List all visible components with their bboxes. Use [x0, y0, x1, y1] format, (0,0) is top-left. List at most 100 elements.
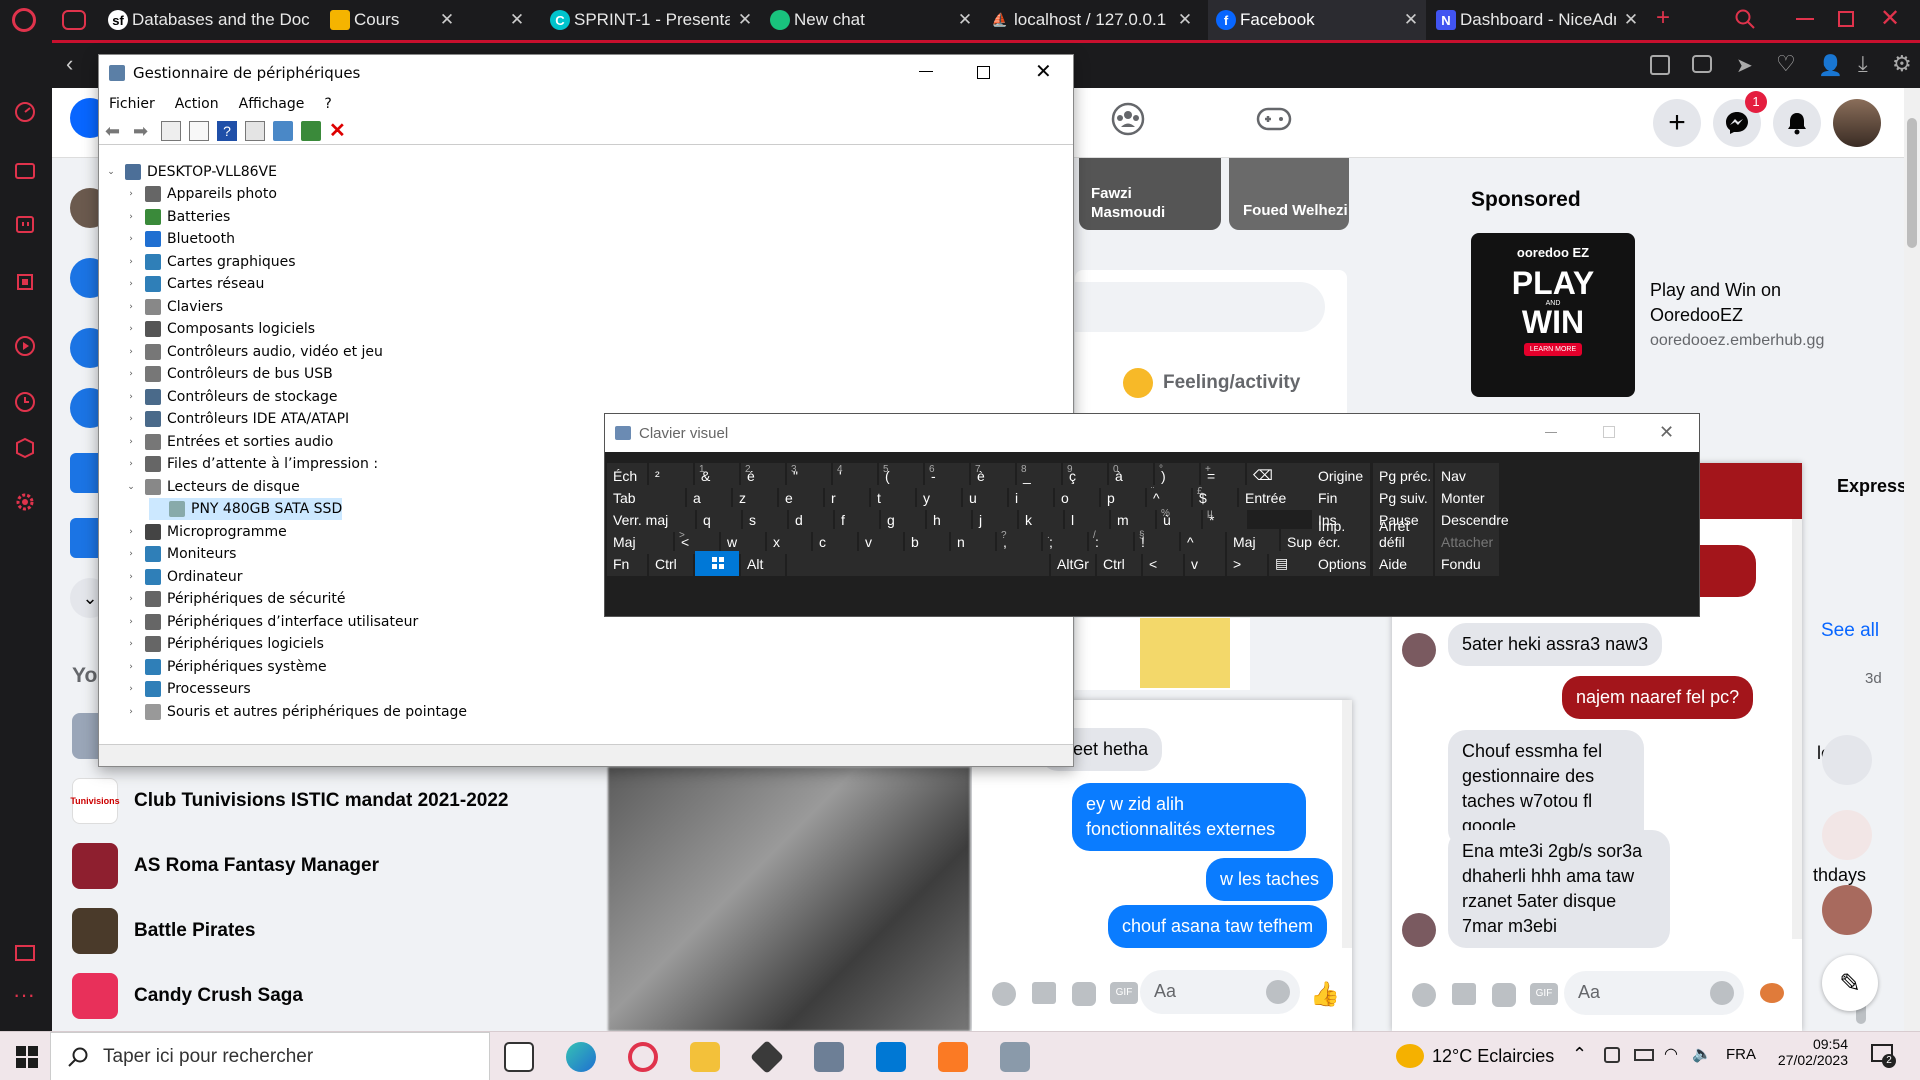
sticker-reaction-icon[interactable]: [1760, 983, 1784, 1003]
back-arrow-icon[interactable]: ‹: [66, 51, 73, 77]
keyboard-key[interactable]: ▤: [1269, 551, 1313, 576]
close-window-icon[interactable]: ✕: [1880, 4, 1900, 33]
message-input[interactable]: Aa: [1564, 971, 1744, 1015]
volume-icon[interactable]: 🔈: [1692, 1044, 1712, 1064]
create-button[interactable]: +: [1653, 99, 1701, 147]
keyboard-app-icon[interactable]: [1000, 1042, 1030, 1072]
tree-category[interactable]: › Ordinateur: [125, 566, 243, 588]
chevron-right-icon[interactable]: ›: [125, 279, 137, 289]
tab-sprint[interactable]: C SPRINT-1 - Presentatio ✕: [542, 0, 760, 40]
back-arrow-icon[interactable]: ⬅: [105, 121, 125, 141]
settings-icon[interactable]: [13, 490, 37, 514]
new-message-button[interactable]: ✎: [1822, 955, 1878, 1011]
tree-category[interactable]: › Périphériques d’interface utilisateur: [125, 611, 418, 633]
sticker-icon[interactable]: [1492, 983, 1516, 1007]
chevron-up-icon[interactable]: ⌃: [1572, 1044, 1587, 1065]
chevron-right-icon[interactable]: ›: [125, 347, 137, 357]
tree-device-item[interactable]: PNY 480GB SATA SSD: [149, 498, 343, 520]
gaming-icon[interactable]: [1256, 106, 1292, 132]
chevron-right-icon[interactable]: ›: [125, 212, 137, 222]
workspaces-icon[interactable]: [13, 158, 37, 182]
unity-icon[interactable]: [750, 1040, 784, 1074]
keyboard-function-key[interactable]: Options: [1312, 551, 1370, 576]
contact-avatar[interactable]: [1822, 735, 1872, 785]
sticker-icon[interactable]: [1072, 982, 1096, 1006]
extensions-icon[interactable]: ⚙: [1892, 51, 1912, 77]
edge-icon[interactable]: [566, 1042, 596, 1072]
tab-localhost[interactable]: ⛵ localhost / 127.0.0.1 | p ✕: [982, 0, 1200, 40]
camera-icon[interactable]: [1692, 55, 1712, 73]
task-view-icon[interactable]: [504, 1042, 534, 1072]
image-icon[interactable]: [1032, 982, 1056, 1004]
notification-center-icon[interactable]: 2: [1870, 1042, 1896, 1068]
scrollbar[interactable]: [1342, 700, 1352, 948]
chevron-right-icon[interactable]: ›: [125, 369, 137, 379]
message-input[interactable]: Aa: [1140, 970, 1300, 1014]
opera-icon[interactable]: [628, 1042, 658, 1072]
close-icon[interactable]: ✕: [1396, 10, 1426, 30]
properties-icon[interactable]: [161, 120, 181, 141]
tree-category[interactable]: › Processeurs: [125, 678, 251, 700]
opera-logo-icon[interactable]: [12, 8, 36, 32]
help-icon[interactable]: ?: [217, 120, 237, 141]
close-icon[interactable]: ✕: [1035, 59, 1052, 83]
tree-category[interactable]: › Bluetooth: [125, 228, 235, 250]
chevron-right-icon[interactable]: ›: [125, 549, 137, 559]
minimize-icon[interactable]: [919, 71, 933, 72]
snapshot-icon[interactable]: [13, 940, 37, 964]
menu-action[interactable]: Action: [165, 96, 229, 112]
close-icon[interactable]: ✕: [1170, 10, 1200, 30]
tree-category[interactable]: › Entrées et sorties audio: [125, 431, 333, 453]
chevron-right-icon[interactable]: ›: [125, 234, 137, 244]
chevron-down-icon[interactable]: ⌄: [125, 482, 137, 492]
hardware-icon[interactable]: [13, 270, 37, 294]
tree-category[interactable]: › Cartes graphiques: [125, 251, 296, 273]
menu-help[interactable]: ?: [314, 96, 341, 112]
minimize-icon[interactable]: [1545, 432, 1557, 433]
tree-category[interactable]: › Contrôleurs audio, vidéo et jeu: [125, 341, 383, 363]
chevron-right-icon[interactable]: ›: [125, 324, 137, 334]
chevron-right-icon[interactable]: ›: [125, 639, 137, 649]
keyboard-key[interactable]: Ctrl: [1097, 551, 1141, 576]
shortcut-club-tunivisions[interactable]: Tunivisions Club Tunivisions ISTIC manda…: [70, 778, 508, 824]
weather-icon[interactable]: [1396, 1044, 1424, 1068]
speed-dial-icon[interactable]: [13, 100, 37, 124]
post-input[interactable]: [1075, 282, 1325, 332]
tree-category[interactable]: › Cartes réseau: [125, 273, 264, 295]
tree-category[interactable]: › Périphériques système: [125, 656, 327, 678]
tab-cours[interactable]: Cours ✕: [322, 0, 532, 40]
notifications-button[interactable]: [1773, 99, 1821, 147]
windows-start-icon[interactable]: [16, 1046, 38, 1068]
tree-category[interactable]: › Périphériques logiciels: [125, 633, 324, 655]
story-card[interactable]: Foued Welhezi: [1229, 158, 1349, 230]
chevron-right-icon[interactable]: ›: [125, 257, 137, 267]
tree-category[interactable]: › Contrôleurs IDE ATA/ATAPI: [125, 408, 349, 430]
wifi-icon[interactable]: ◠: [1664, 1044, 1678, 1064]
twitch-icon[interactable]: [13, 214, 37, 238]
tree-category[interactable]: › Contrôleurs de bus USB: [125, 363, 333, 385]
chevron-right-icon[interactable]: ›: [125, 707, 137, 717]
heart-icon[interactable]: ♡: [1776, 51, 1796, 77]
update-driver-icon[interactable]: [301, 120, 321, 141]
chevron-right-icon[interactable]: ›: [125, 594, 137, 604]
more-icon[interactable]: ···: [13, 984, 37, 1014]
contact-avatar[interactable]: [1822, 810, 1872, 860]
details-icon[interactable]: [245, 120, 265, 141]
contact-avatar[interactable]: [1822, 885, 1872, 935]
tree-category[interactable]: ⌄ Lecteurs de disque: [125, 476, 300, 498]
shortcut-as-roma[interactable]: AS Roma Fantasy Manager: [72, 843, 379, 889]
plus-icon[interactable]: [1412, 983, 1436, 1007]
battery-icon[interactable]: [1634, 1049, 1654, 1061]
send-icon[interactable]: ➤: [1736, 53, 1753, 78]
keyboard-key[interactable]: AltGr: [1051, 551, 1095, 576]
maximize-icon[interactable]: [977, 66, 990, 79]
edit-icon[interactable]: [1650, 55, 1670, 75]
chevron-right-icon[interactable]: ›: [125, 527, 137, 537]
plus-icon[interactable]: [992, 982, 1016, 1006]
search-tabs-icon[interactable]: [1734, 8, 1756, 30]
chevron-right-icon[interactable]: ›: [125, 414, 137, 424]
chevron-right-icon[interactable]: ›: [125, 189, 137, 199]
new-tab-button[interactable]: +: [1656, 4, 1670, 32]
tree-category[interactable]: › Souris et autres périphériques de point…: [125, 701, 467, 723]
tab-dashboard[interactable]: N Dashboard - NiceAdmi ✕: [1428, 0, 1646, 40]
